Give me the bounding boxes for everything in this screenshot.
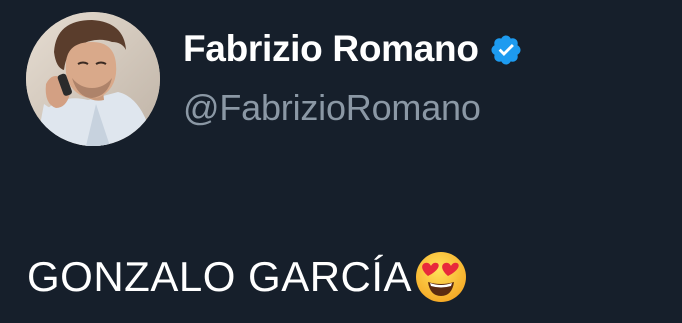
tweet-body: GONZALO GARCÍA xyxy=(27,250,468,304)
author-avatar[interactable] xyxy=(26,12,160,146)
author-handle[interactable]: @FabrizioRomano xyxy=(183,86,481,130)
tweet-card: Fabrizio Romano @FabrizioRomano GONZALO … xyxy=(0,0,682,323)
verified-badge-icon xyxy=(489,32,523,66)
profile-photo-icon xyxy=(26,12,160,146)
heart-eyes-emoji-icon xyxy=(414,250,468,304)
display-name-text: Fabrizio Romano xyxy=(183,28,479,69)
tweet-text: GONZALO GARCÍA xyxy=(27,253,413,300)
author-display-name[interactable]: Fabrizio Romano xyxy=(183,26,523,72)
